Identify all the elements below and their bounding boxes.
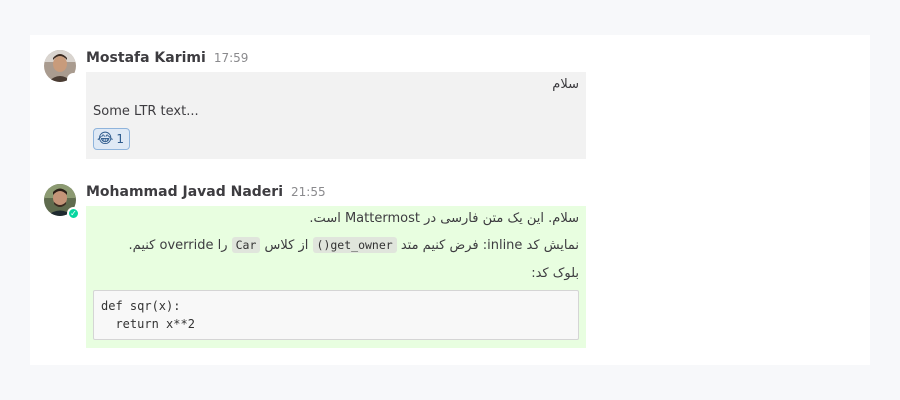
avatar[interactable]: ✓ — [44, 184, 80, 220]
message-text-fragment: را override کنیم. — [128, 238, 232, 253]
post-body: سلام. این یک متن فارسی در Mattermost است… — [86, 206, 586, 348]
message-text: Some LTR text... — [93, 104, 199, 119]
avatar[interactable] — [44, 50, 80, 86]
laughing-emoji-icon: 😂 — [97, 131, 114, 147]
message-text: نمایش کد inline: فرض کنیم متد get_owner(… — [86, 237, 586, 254]
code-block[interactable]: def sqr(x): return x**2 — [93, 290, 579, 340]
post-header: Mohammad Javad Naderi 21:55 — [86, 184, 326, 202]
reaction-count: 1 — [116, 132, 124, 146]
status-offline-icon — [67, 73, 80, 86]
post-time[interactable]: 21:55 — [291, 185, 326, 199]
message-text: بلوک کد: — [531, 266, 579, 281]
post-time[interactable]: 17:59 — [214, 51, 249, 65]
message-list: Mostafa Karimi 17:59 سلام Some LTR text.… — [30, 35, 870, 365]
message-text: سلام. این یک متن فارسی در Mattermost است… — [309, 211, 579, 226]
reaction-button[interactable]: 😂 1 — [93, 128, 130, 150]
message-text: سلام — [552, 77, 579, 92]
post-body: سلام Some LTR text... 😂 1 — [86, 72, 586, 159]
post-header: Mostafa Karimi 17:59 — [86, 50, 248, 68]
author-name[interactable]: Mohammad Javad Naderi — [86, 184, 283, 200]
author-name[interactable]: Mostafa Karimi — [86, 50, 206, 66]
status-online-icon: ✓ — [67, 207, 80, 220]
message-text-fragment: نمایش کد inline: فرض کنیم متد — [396, 238, 579, 253]
inline-code: Car — [231, 237, 261, 253]
message-text-fragment: از کلاس — [260, 238, 313, 253]
inline-code: get_owner() — [312, 237, 397, 253]
